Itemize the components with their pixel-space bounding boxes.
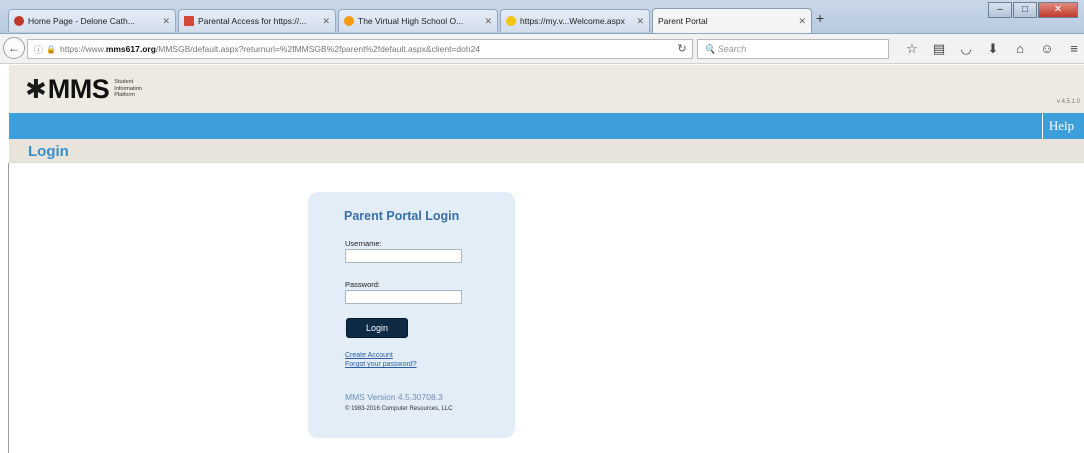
username-field[interactable] bbox=[345, 249, 462, 263]
close-window-button[interactable]: ✕ bbox=[1038, 2, 1078, 18]
search-placeholder: Search bbox=[717, 44, 747, 54]
lock-icon: 🔒 bbox=[46, 44, 56, 54]
star-icon[interactable]: ☆ bbox=[904, 41, 920, 57]
tab-title: Parental Access for https://... bbox=[198, 16, 307, 26]
chat-icon[interactable]: ☺ bbox=[1039, 41, 1055, 57]
reload-icon[interactable]: ↻ bbox=[672, 39, 692, 59]
login-title: Parent Portal Login bbox=[344, 209, 460, 223]
minimize-button[interactable]: – bbox=[988, 2, 1012, 18]
create-account-link[interactable]: Create Account bbox=[345, 352, 393, 359]
search-input[interactable]: 🔍 Search bbox=[697, 39, 889, 59]
site-header: ✱ MMS Student Information Platform v 4.5… bbox=[9, 65, 1084, 113]
tab-title: Home Page - Delone Cath... bbox=[28, 16, 135, 26]
logo-word: MMS bbox=[47, 74, 110, 104]
browser-tab[interactable]: The Virtual High School O... ✕ bbox=[338, 9, 498, 32]
page-title: Login bbox=[28, 143, 69, 160]
maximize-button[interactable]: □ bbox=[1013, 2, 1037, 18]
tab-close-icon[interactable]: ✕ bbox=[162, 16, 170, 27]
password-field[interactable] bbox=[345, 290, 462, 304]
tab-title: Parent Portal bbox=[658, 16, 708, 26]
tab-close-icon[interactable]: ✕ bbox=[636, 16, 644, 27]
reading-list-icon[interactable]: ▤ bbox=[931, 41, 947, 57]
tab-title: https://my.v...Welcome.aspx bbox=[520, 16, 625, 26]
lightbulb-favicon-icon bbox=[506, 16, 516, 26]
search-icon: 🔍 bbox=[704, 44, 716, 54]
logo-tagline: Student Information Platform bbox=[114, 79, 142, 99]
browser-tab[interactable]: https://my.v...Welcome.aspx ✕ bbox=[500, 9, 650, 32]
browser-toolbar: ☆ ▤ ◡ ⬇ ⌂ ☺ ≡ bbox=[904, 41, 1082, 57]
page-title-bar bbox=[9, 139, 1084, 163]
forgot-password-link[interactable]: Forgot your password? bbox=[345, 361, 417, 368]
browser-navbar: ← ⓘ 🔒 https://www. mms617.org/MMSGB/defau… bbox=[0, 34, 1084, 64]
login-button[interactable]: Login bbox=[346, 318, 408, 338]
browser-tab[interactable]: Parental Access for https://... ✕ bbox=[178, 9, 336, 32]
login-card: Parent Portal Login Username: Password: … bbox=[308, 192, 515, 438]
window-controls: – □ ✕ bbox=[988, 2, 1078, 18]
url-path: /MMSGB/default.aspx?returnurl=%2fMMSGB%2… bbox=[155, 44, 481, 54]
site-favicon-icon bbox=[14, 16, 24, 26]
site-version: v 4.5.1.0 bbox=[1056, 99, 1080, 105]
site-navbar: Help bbox=[9, 113, 1084, 139]
help-button[interactable]: Help bbox=[1042, 113, 1080, 139]
address-bar[interactable]: ⓘ 🔒 https://www. mms617.org/MMSGB/default… bbox=[27, 39, 693, 59]
info-icon[interactable]: ⓘ bbox=[34, 43, 43, 56]
copyright: © 1983-2016 Computer Resources, LLC bbox=[345, 406, 453, 412]
content-divider bbox=[8, 163, 9, 453]
pocket-icon[interactable]: ◡ bbox=[958, 41, 974, 57]
back-button[interactable]: ← bbox=[3, 37, 25, 59]
tab-close-icon[interactable]: ✕ bbox=[484, 16, 492, 27]
username-label: Username: bbox=[345, 239, 382, 248]
tab-title: The Virtual High School O... bbox=[358, 16, 464, 26]
url-domain: mms617.org bbox=[105, 44, 156, 54]
new-tab-button[interactable]: + bbox=[816, 10, 824, 26]
browser-tab[interactable]: Home Page - Delone Cath... ✕ bbox=[8, 9, 176, 32]
tab-close-icon[interactable]: ✕ bbox=[322, 16, 330, 27]
tab-close-icon[interactable]: ✕ bbox=[798, 16, 806, 27]
mms-logo[interactable]: ✱ MMS Student Information Platform bbox=[25, 74, 142, 104]
menu-icon[interactable]: ≡ bbox=[1066, 41, 1082, 57]
mms-version: MMS Version 4.5.30708.3 bbox=[345, 392, 443, 402]
vhs-favicon-icon bbox=[344, 16, 354, 26]
password-label: Password: bbox=[345, 280, 381, 289]
mms-logo-mark-icon: ✱ bbox=[25, 74, 47, 104]
download-icon[interactable]: ⬇ bbox=[985, 41, 1001, 57]
gmail-favicon-icon bbox=[184, 16, 194, 26]
browser-tab-strip: Home Page - Delone Cath... ✕ Parental Ac… bbox=[0, 0, 1084, 34]
url-prefix: https://www. bbox=[59, 44, 106, 54]
browser-tab-active[interactable]: Parent Portal ✕ bbox=[652, 8, 812, 33]
home-icon[interactable]: ⌂ bbox=[1012, 41, 1028, 57]
